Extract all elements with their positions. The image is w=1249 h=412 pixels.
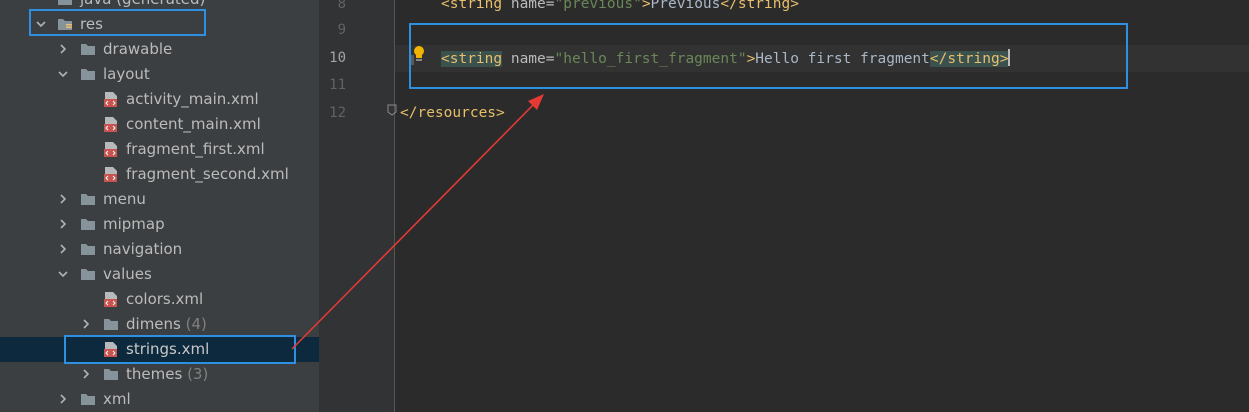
line-number: 8 [337, 0, 346, 12]
xml-tag: </string> [929, 51, 1009, 67]
tree-item-label: fragment_first.xml [126, 140, 265, 158]
xml-tag: > [641, 0, 651, 12]
tree-item-label: dimens (4) [126, 315, 207, 333]
xml-tag: </resources> [400, 105, 505, 121]
folder-icon [81, 69, 95, 80]
tree-item-label: colors.xml [126, 290, 204, 308]
fold-marker-icon[interactable] [387, 104, 397, 116]
tree-item-java-generated[interactable]: java (generated) [0, 0, 319, 12]
code-line-8[interactable]: <string name="previous">Previous</string… [441, 0, 799, 13]
xml-attribute-value: "hello_first_fragment" [554, 51, 747, 67]
chevron-right-icon[interactable] [57, 393, 69, 405]
text-caret [1008, 49, 1011, 66]
tree-item-colors-xml[interactable]: colors.xml [0, 287, 319, 312]
tree-item-label: content_main.xml [126, 115, 261, 133]
tree-item-label: mipmap [103, 215, 165, 233]
chevron-right-icon[interactable] [57, 43, 69, 55]
tree-item-fragment-first-xml[interactable]: fragment_first.xml [0, 137, 319, 162]
xml-file-icon [104, 342, 117, 357]
chevron-right-icon[interactable] [57, 243, 69, 255]
line-number: 12 [329, 105, 346, 121]
xml-file-icon [104, 142, 117, 157]
tree-item-count: (4) [185, 315, 207, 333]
xml-attribute: name= [502, 0, 555, 12]
tree-item-label: layout [103, 65, 150, 83]
code-line-12[interactable]: </resources> [400, 104, 505, 122]
tree-item-mipmap[interactable]: mipmap [0, 212, 319, 237]
tree-item-activity-main-xml[interactable]: activity_main.xml [0, 87, 319, 112]
tree-item-label: fragment_second.xml [126, 165, 289, 183]
chevron-right-icon[interactable] [80, 318, 92, 330]
xml-attribute: name= [502, 51, 555, 67]
lightbulb-icon[interactable] [411, 45, 425, 65]
resource-folder-icon [58, 19, 72, 30]
tree-item-drawable[interactable]: drawable [0, 37, 319, 62]
folder-icon [104, 369, 118, 380]
xml-text: Previous [650, 0, 721, 12]
line-number-current: 10 [329, 50, 346, 66]
xml-tag: <string [441, 51, 503, 67]
folder-icon [81, 194, 95, 205]
line-number: 11 [329, 77, 346, 93]
tree-item-menu[interactable]: menu [0, 187, 319, 212]
tree-item-count: (3) [187, 365, 209, 383]
xml-text: Hello first fragment [755, 51, 930, 67]
tree-item-label: java (generated) [80, 0, 205, 8]
folder-icon [81, 394, 95, 405]
folder-icon [81, 269, 95, 280]
tree-item-content-main-xml[interactable]: content_main.xml [0, 112, 319, 137]
tree-item-fragment-second-xml[interactable]: fragment_second.xml [0, 162, 319, 187]
folder-icon [81, 219, 95, 230]
chevron-down-icon[interactable] [57, 268, 69, 280]
xml-file-icon [104, 92, 117, 107]
tree-item-strings-xml[interactable]: strings.xml [0, 337, 319, 362]
chevron-down-icon[interactable] [35, 18, 47, 30]
xml-tag: <string [441, 0, 503, 12]
tree-item-label: themes (3) [126, 365, 209, 383]
tree-item-xml[interactable]: xml [0, 387, 319, 412]
tree-item-navigation[interactable]: navigation [0, 237, 319, 262]
tree-item-dimens[interactable]: dimens (4) [0, 312, 319, 337]
chevron-right-icon[interactable] [57, 218, 69, 230]
tree-item-label: values [103, 265, 152, 283]
folder-icon [81, 44, 95, 55]
chevron-down-icon[interactable] [57, 68, 69, 80]
tree-item-label: xml [103, 390, 131, 408]
code-line-10[interactable]: <string name="hello_first_fragment">Hell… [441, 49, 1011, 68]
chevron-right-icon[interactable] [80, 368, 92, 380]
xml-file-icon [104, 292, 117, 307]
tree-item-label: menu [103, 190, 146, 208]
xml-attribute-value: "previous" [554, 0, 642, 12]
tree-item-label: strings.xml [126, 340, 210, 358]
xml-file-icon [104, 167, 117, 182]
folder-icon [58, 0, 72, 5]
chevron-right-icon[interactable] [57, 193, 69, 205]
folder-icon [104, 319, 118, 330]
tree-item-layout[interactable]: layout [0, 62, 319, 87]
tree-item-label: activity_main.xml [126, 90, 259, 108]
tree-item-values[interactable]: values [0, 262, 319, 287]
tree-item-label: drawable [103, 40, 173, 58]
project-tree: java (generated) res drawable layout act… [0, 0, 319, 412]
xml-file-icon [104, 117, 117, 132]
tree-item-label: res [80, 15, 103, 33]
xml-tag: > [746, 51, 756, 67]
tree-item-label: navigation [103, 240, 183, 258]
tree-item-themes[interactable]: themes (3) [0, 362, 319, 387]
line-number: 9 [337, 22, 346, 38]
tree-item-res[interactable]: res [0, 12, 319, 37]
xml-tag: </string> [720, 0, 799, 12]
folder-icon [81, 244, 95, 255]
